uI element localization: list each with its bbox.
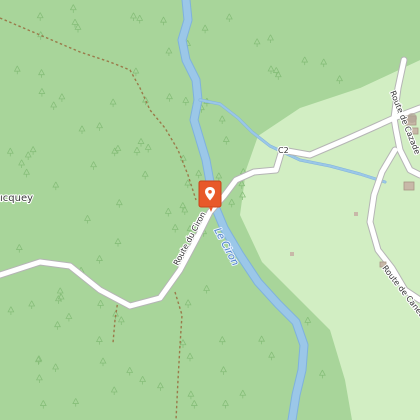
location-marker[interactable] — [198, 180, 222, 212]
map-canvas[interactable]: Route du Ciron Route de Cazade Route de … — [0, 0, 420, 420]
place-label-partial: ıcquey — [0, 193, 33, 204]
map-view[interactable]: Route du Ciron Route de Cazade Route de … — [0, 0, 420, 420]
road-label-c2: C2 — [278, 146, 289, 155]
